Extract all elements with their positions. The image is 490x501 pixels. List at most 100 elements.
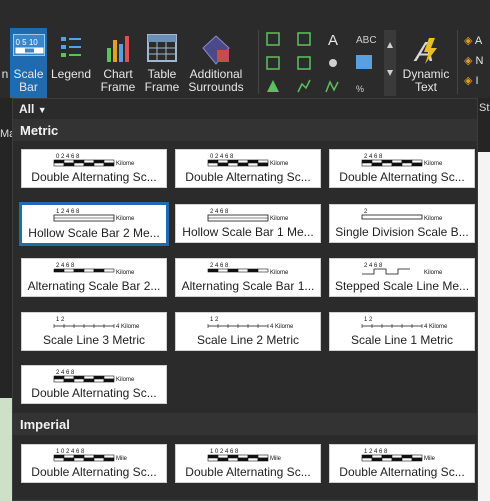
tile-caption: Scale Line 2 Metric: [196, 333, 300, 347]
chart-icon: [103, 34, 133, 67]
tile-caption: Double Alternating Sc...: [339, 170, 465, 184]
left-background-panel: Ma: [0, 98, 15, 501]
scale-bar-tile[interactable]: 2 4 6 8 Kilome Stepped Scale Line Me...: [329, 258, 475, 297]
unit-label: Kilome: [270, 216, 289, 222]
scale-bar-tile[interactable]: 2 4 6 8 Kilome Double Alternating Sc...: [329, 149, 475, 188]
scale-bar-tile[interactable]: 1 0 2 4 6 8 Mile Double Alternating Sc...: [21, 444, 167, 483]
scale-bar-button[interactable]: 0 5 10 Scale Bar: [10, 28, 47, 98]
tile-caption: Double Alternating Sc...: [31, 386, 157, 400]
right-cut-1: A: [474, 35, 483, 47]
legend-button[interactable]: Legend: [50, 28, 92, 98]
tile-caption: Hollow Scale Bar 2 Me...: [28, 226, 160, 240]
section-header-metric: Metric: [13, 119, 477, 141]
unit-label: Kilome: [424, 161, 443, 167]
svg-text:%: %: [356, 84, 364, 94]
tile-caption: Single Division Scale B...: [335, 225, 469, 239]
unit-label: Kilome: [116, 216, 135, 222]
scale-bar-tile[interactable]: 1 2 4 Kilome Scale Line 1 Metric: [329, 312, 475, 351]
tick-labels: 1 2: [364, 317, 373, 323]
left-cut-button[interactable]: n: [0, 28, 10, 98]
section-title: Metric: [20, 123, 59, 138]
scale-bar-tile[interactable]: 2 Kilome Single Division Scale B...: [329, 204, 475, 243]
tick-labels: 1 2 4 6 8: [56, 209, 80, 215]
table-frame-button[interactable]: Table Frame: [143, 28, 181, 98]
unit-label: Mile: [424, 456, 436, 462]
chart-frame-button[interactable]: Chart Frame: [95, 28, 141, 98]
unit-label: Kilome: [270, 270, 289, 276]
surrounds-icon: [199, 34, 233, 71]
graphics-gallery[interactable]: A ABC %: [262, 30, 398, 96]
unit-label: 4 Kilome: [116, 324, 140, 330]
filter-dropdown[interactable]: All ▼: [19, 102, 47, 116]
section-title: Imperial: [20, 417, 70, 432]
scale-bar-tile[interactable]: 2 4 6 8 Kilome Alternating Scale Bar 1...: [175, 258, 321, 297]
scale-bar-tile[interactable]: 1 2 4 Kilome Scale Line 3 Metric: [21, 312, 167, 351]
tile-caption: Alternating Scale Bar 2...: [27, 279, 161, 293]
unit-label: Kilome: [424, 216, 443, 222]
tile-caption: Stepped Scale Line Me...: [334, 279, 470, 293]
table-frame-label: Table Frame: [144, 67, 180, 94]
tick-labels: 2 4 6 8: [210, 263, 229, 269]
chevron-down-icon: ▼: [37, 105, 47, 115]
tick-labels: 2 4 6 8: [364, 154, 383, 160]
unit-label: 4 Kilome: [424, 324, 448, 330]
marker-icon: ◈: [464, 35, 473, 47]
svg-text:ABC: ABC: [356, 35, 377, 46]
scale-bar-tile[interactable]: 1 2 4 6 8 Mile Double Alternating Sc...: [329, 444, 475, 483]
title-strip: [0, 0, 490, 28]
scale-bar-tile[interactable]: 1 0 2 4 6 8 Mile Double Alternating Sc...: [175, 444, 321, 483]
legend-icon: [59, 34, 83, 65]
unit-label: Kilome: [116, 377, 135, 383]
scale-bar-label: Scale Bar: [13, 67, 44, 94]
tile-caption: Hollow Scale Bar 1 Me...: [182, 225, 314, 239]
additional-surrounds-label: Additional Surrounds: [188, 67, 244, 94]
legend-label: Legend: [50, 67, 92, 81]
left-cut-label: n: [1, 67, 9, 81]
tick-labels: 1 2: [210, 317, 219, 323]
tile-caption: Alternating Scale Bar 1...: [181, 279, 315, 293]
marker-icon-2: ◈: [464, 55, 473, 67]
tick-labels: 1 0 2 4 6 8: [210, 449, 239, 455]
unit-label: 4 Kilome: [270, 324, 294, 330]
tile-caption: Double Alternating Sc...: [339, 465, 465, 479]
unit-label: Kilome: [270, 161, 289, 167]
scale-bar-tile[interactable]: 2 4 6 8 Kilome Double Alternating Sc...: [21, 365, 167, 404]
unit-label: Kilome: [116, 270, 135, 276]
tile-caption: Double Alternating Sc...: [31, 170, 157, 184]
unit-label: Kilome: [116, 161, 135, 167]
unit-label: Mile: [270, 456, 282, 462]
map-edge-right: [478, 152, 490, 501]
st-cut-label: St: [479, 102, 490, 114]
ribbon-separator: [258, 30, 259, 94]
map-edge: [0, 398, 12, 501]
tile-caption: Scale Line 3 Metric: [42, 333, 146, 347]
right-cut-3: I: [475, 75, 479, 87]
additional-surrounds-button[interactable]: Additional Surrounds: [183, 28, 249, 98]
scale-bar-tile[interactable]: 0 2 4 6 8 Kilome Double Alternating Sc...: [21, 149, 167, 188]
tick-labels: 0 2 4 6 8: [56, 154, 80, 160]
scale-bar-icon: 0 5 10: [12, 34, 45, 56]
tick-labels: 0 2 4 6 8: [210, 154, 234, 160]
scale-bar-tile[interactable]: 2 4 6 8 Kilome Hollow Scale Bar 1 Me...: [175, 204, 321, 243]
tile-caption: Scale Line 1 Metric: [350, 333, 454, 347]
chart-frame-label: Chart Frame: [100, 67, 136, 94]
scale-bar-gallery: All ▼ Metric Imperial 0 2 4 6 8 Kilome Dou…: [12, 98, 478, 501]
tile-caption: Double Alternating Sc...: [185, 465, 311, 479]
scale-bar-tile[interactable]: 2 4 6 8 Kilome Alternating Scale Bar 2...: [21, 258, 167, 297]
dynamic-text-icon: A: [411, 34, 441, 69]
unit-label: Kilome: [424, 270, 443, 276]
ribbon-separator-2: [457, 30, 458, 94]
right-cut-group[interactable]: ◈ A ◈ N ◈ I: [464, 34, 490, 94]
dynamic-text-button[interactable]: A Dynamic Text: [400, 28, 452, 98]
scale-bar-tile[interactable]: 1 2 4 6 8 Kilome Hollow Scale Bar 2 Me...: [19, 202, 169, 246]
tick-labels: 2 4 6 8: [56, 263, 75, 269]
ribbon: n 0 5 10 Scale Bar Legend Chart Frame Ta…: [0, 28, 490, 98]
scale-bar-tile[interactable]: 0 2 4 6 8 Kilome Double Alternating Sc...: [175, 149, 321, 188]
scale-bar-tile[interactable]: 1 2 4 Kilome Scale Line 2 Metric: [175, 312, 321, 351]
right-cut-2: N: [475, 55, 484, 67]
tick-labels: 2 4 6 8: [364, 263, 383, 269]
marker-icon-3: ◈: [464, 75, 473, 87]
section-header-imperial: Imperial: [13, 413, 477, 435]
tick-labels: 2 4 6 8: [56, 370, 75, 376]
tick-labels: 2: [364, 209, 368, 215]
